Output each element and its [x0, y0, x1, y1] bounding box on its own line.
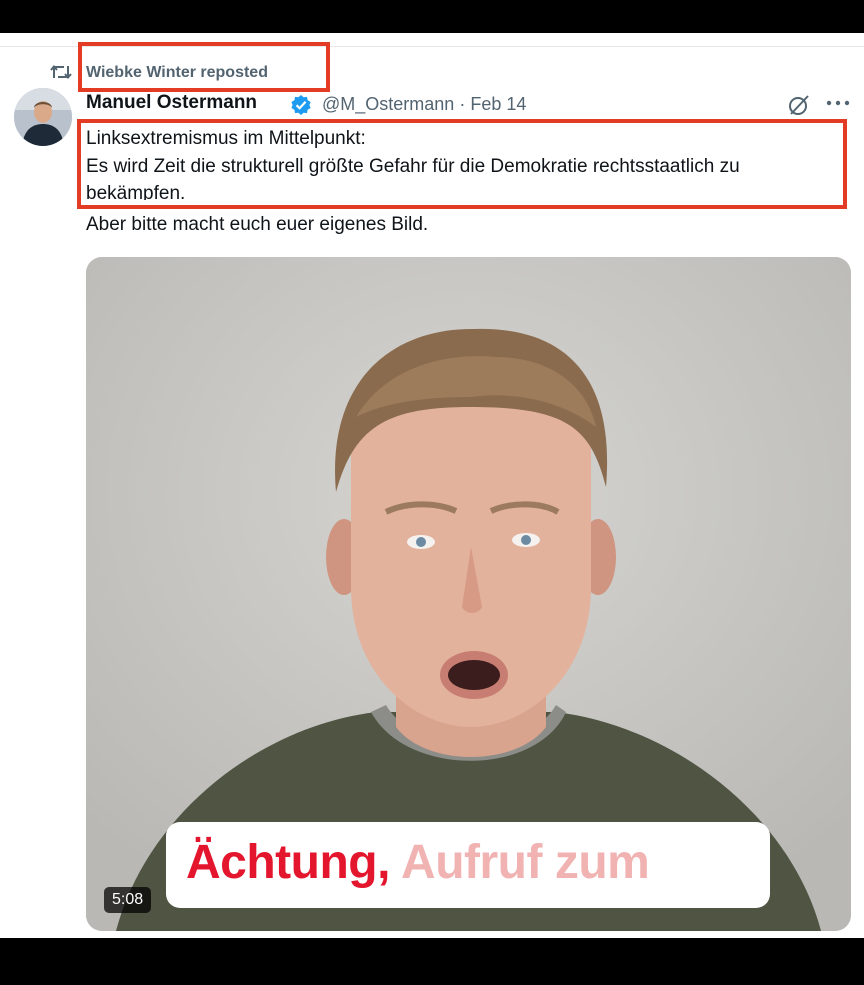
post-date[interactable]: Feb 14 — [470, 94, 526, 114]
bottom-black-bar — [0, 938, 864, 985]
repost-icon — [50, 64, 72, 80]
grok-icon[interactable] — [787, 93, 811, 117]
video-thumbnail[interactable]: Ächtung, Aufruf zum 5:08 — [86, 257, 851, 931]
verified-badge-icon — [291, 95, 311, 115]
video-duration-badge: 5:08 — [104, 887, 152, 913]
separator: · — [459, 94, 466, 114]
author-handle[interactable]: @M_Ostermann — [322, 94, 454, 114]
post-text-line-4: Aber bitte macht euch euer eigenes Bild. — [86, 214, 429, 235]
caption-part-1: Ächtung, — [186, 836, 390, 889]
avatar[interactable] — [14, 88, 72, 146]
handle-date: @M_Ostermann · Feb 14 — [322, 94, 526, 115]
more-icon[interactable] — [825, 93, 851, 113]
highlight-box-repost — [78, 42, 330, 92]
author-name[interactable]: Manuel Ostermann — [86, 92, 257, 114]
top-black-bar — [0, 0, 864, 33]
caption-part-2: Aufruf zum — [401, 836, 650, 889]
tweet[interactable]: Wiebke Winter reposted Manuel Ostermann … — [0, 33, 864, 938]
video-caption: Ächtung, Aufruf zum — [186, 835, 650, 890]
highlight-box-text — [77, 119, 847, 209]
